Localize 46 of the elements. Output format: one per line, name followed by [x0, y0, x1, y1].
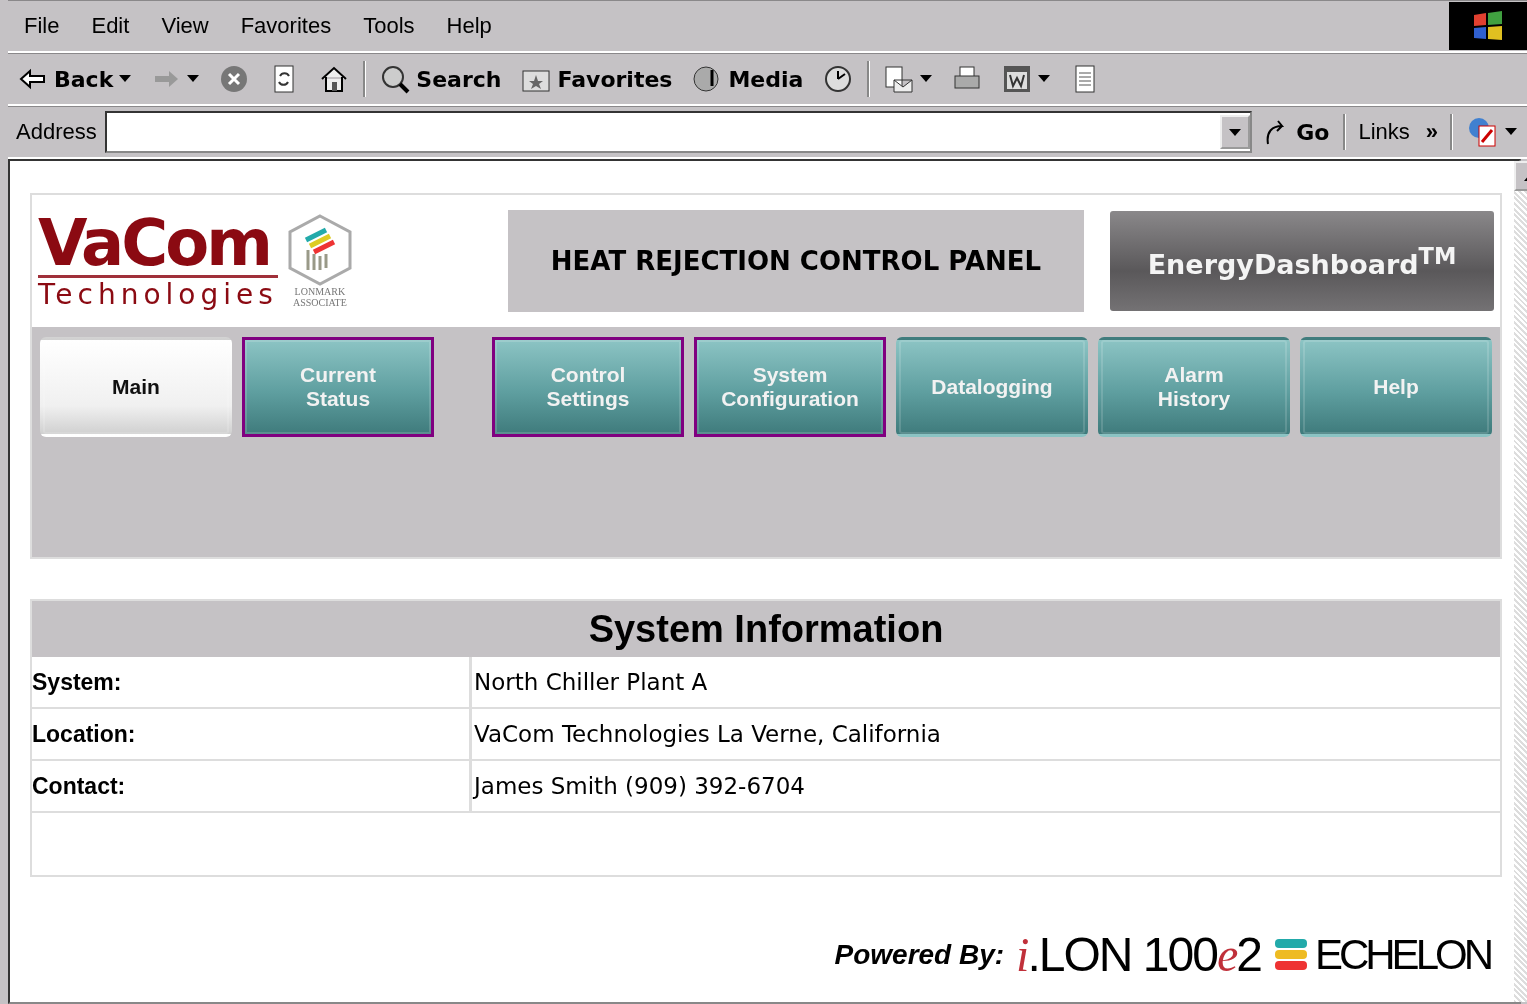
- row-value: VaCom Technologies La Verne, California: [473, 720, 942, 749]
- caret-icon: [1229, 128, 1242, 137]
- search-button[interactable]: Search: [370, 64, 512, 94]
- nav-button[interactable]: Main: [40, 337, 232, 437]
- chevron-button[interactable]: »: [1417, 119, 1446, 145]
- menu-item[interactable]: Favorites: [224, 13, 348, 39]
- menu-item[interactable]: Tools: [347, 13, 431, 39]
- company-logo-name: VaCom: [38, 211, 278, 278]
- menu-item[interactable]: File: [8, 13, 76, 39]
- dropdown-button[interactable]: [1220, 115, 1251, 149]
- caret-icon: [920, 75, 933, 83]
- back-button[interactable]: Back: [8, 64, 142, 94]
- badge-caption: LONMARK: [294, 286, 346, 297]
- word-document-icon: [1002, 64, 1033, 94]
- caret-icon: [1038, 75, 1051, 83]
- stop-icon: [219, 64, 250, 94]
- links-label[interactable]: Links: [1350, 119, 1418, 145]
- search-icon: [380, 64, 411, 94]
- mail-icon: [884, 64, 915, 94]
- panel-title: HEAT REJECTION CONTROL PANEL: [508, 210, 1084, 312]
- favorites-button[interactable]: Favorites: [511, 64, 683, 94]
- caret-icon: [119, 75, 132, 83]
- badge-caption: ASSOCIATE: [292, 297, 347, 308]
- row-value: James Smith (909) 392-6704: [472, 772, 806, 801]
- row-label: Location:: [32, 709, 472, 759]
- ilon-logo: i.LON 100e2: [1016, 927, 1261, 982]
- address-label: Address: [15, 119, 98, 145]
- energy-dashboard-button[interactable]: EnergyDashboard$^{TM}$: [1110, 211, 1494, 311]
- stripes-logo-icon: [1272, 936, 1309, 973]
- menu-item[interactable]: Edit: [75, 13, 146, 39]
- go-button[interactable]: Go: [1252, 118, 1340, 146]
- caret-icon: [187, 75, 200, 83]
- row-label: System:: [32, 657, 472, 707]
- company-logo-subtitle: Technologies: [38, 278, 278, 311]
- hexagon-badge-icon: [287, 214, 352, 286]
- address-field[interactable]: [104, 111, 1253, 153]
- media-button[interactable]: Media: [682, 64, 814, 94]
- row-value: North Chiller Plant A: [473, 668, 709, 697]
- menu-item[interactable]: View: [145, 13, 225, 39]
- powered-by-label: Powered By:: [834, 938, 1005, 971]
- section-title: System Information: [32, 601, 1500, 657]
- row-label: Contact:: [32, 761, 472, 811]
- menu-item[interactable]: Help: [430, 13, 508, 39]
- caret-icon: [1505, 128, 1517, 136]
- echelon-logo-text: ECHELON: [1314, 930, 1490, 979]
- history-clock-icon: [823, 64, 854, 94]
